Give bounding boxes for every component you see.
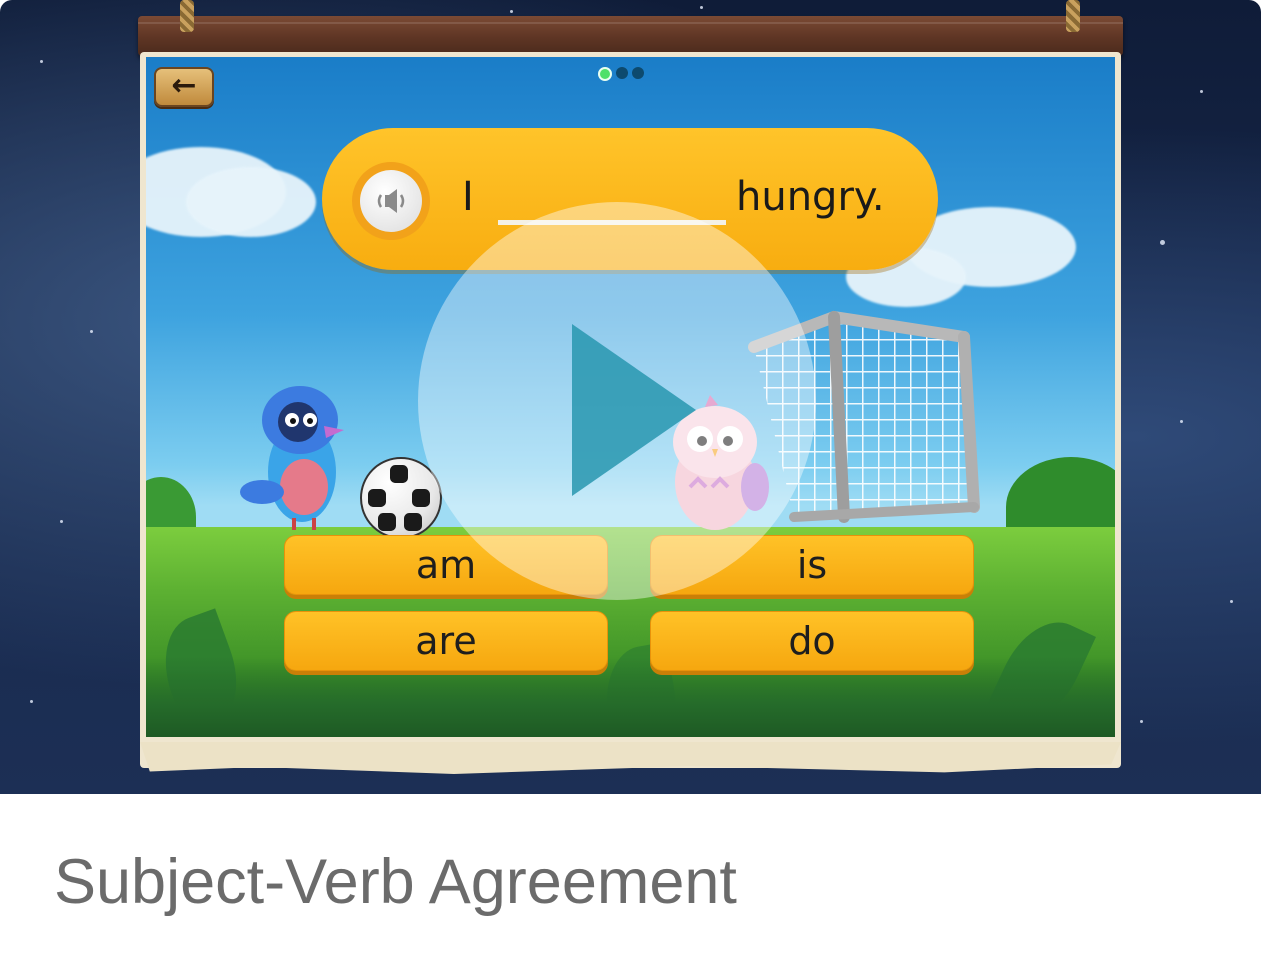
progress-dots [598,67,644,81]
answer-option-are[interactable]: are [284,611,608,671]
play-icon [572,324,696,496]
audio-button[interactable] [352,162,430,240]
wooden-sign-top [138,16,1123,56]
rope-left [180,0,194,32]
back-button[interactable]: ← [154,67,214,107]
progress-dot-current [598,67,612,81]
blue-bird-character [240,386,344,530]
rope-right [1066,0,1080,32]
arrow-left-icon: ← [171,67,197,103]
answer-option-do[interactable]: do [650,611,974,671]
video-thumbnail[interactable]: ← I hungry. am is are do [0,0,1261,794]
progress-dot [632,67,644,79]
question-ending: hungry. [736,174,885,220]
video-card[interactable]: ← I hungry. am is are do Subject-Verb Ag… [0,0,1261,961]
question-subject: I [462,174,474,220]
card-title[interactable]: Subject-Verb Agreement [54,846,737,918]
speaker-icon [360,170,422,232]
progress-dot [616,67,628,79]
